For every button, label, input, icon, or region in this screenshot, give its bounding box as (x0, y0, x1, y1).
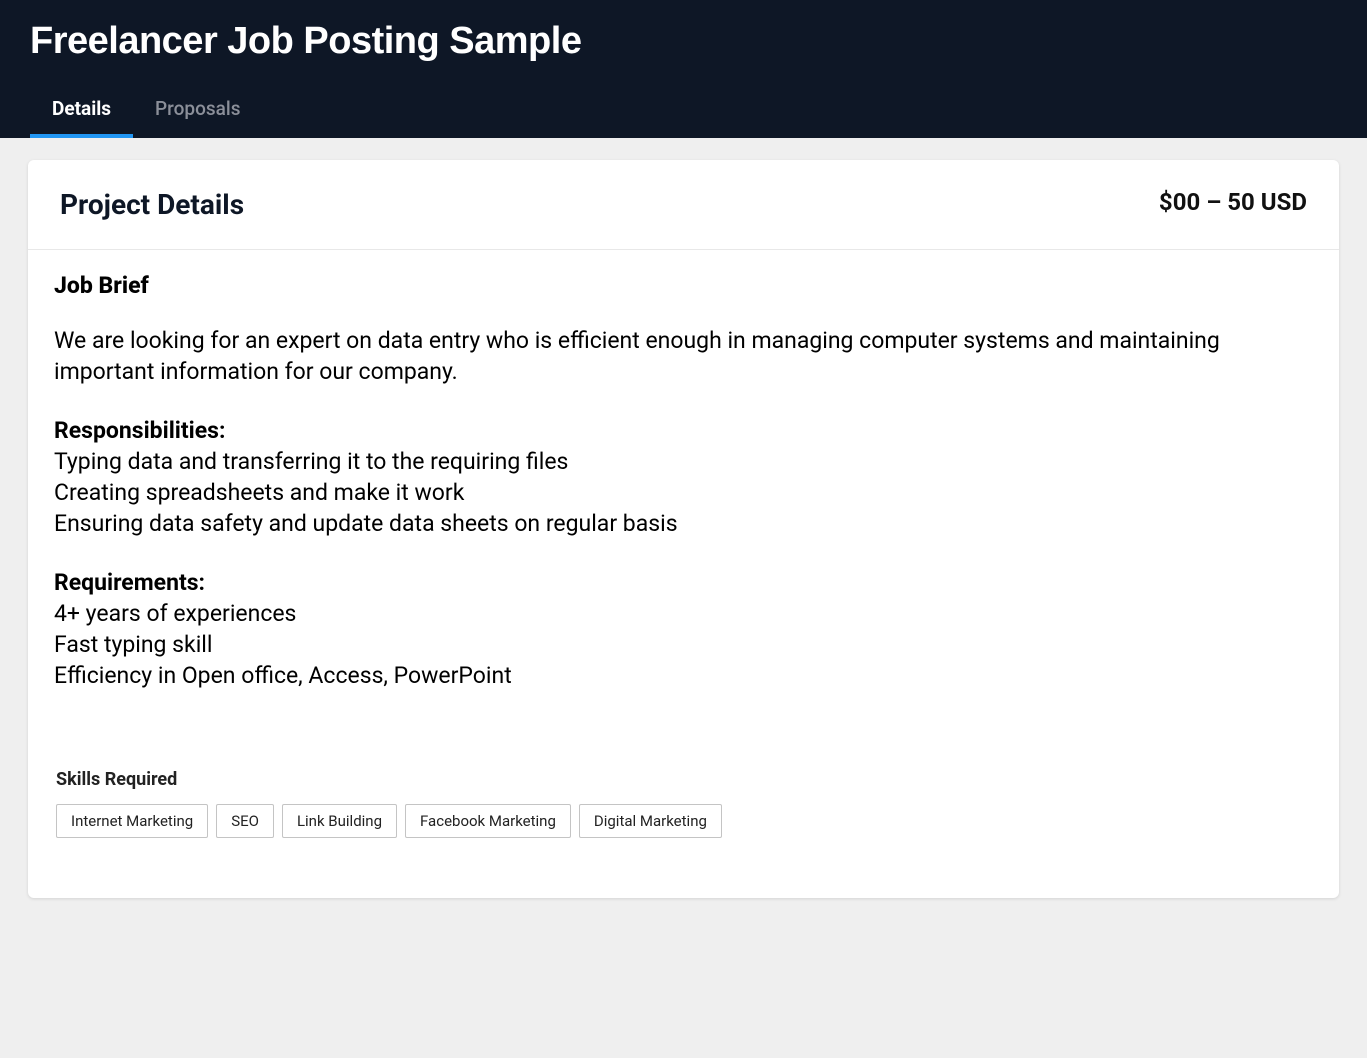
list-item: Efficiency in Open office, Access, Power… (54, 660, 1313, 691)
skills-row: Internet Marketing SEO Link Building Fac… (56, 804, 1311, 838)
requirements-block: Requirements: 4+ years of experiences Fa… (54, 567, 1313, 691)
skills-heading: Skills Required (56, 769, 1311, 790)
list-item: Typing data and transferring it to the r… (54, 446, 1313, 477)
tab-bar: Details Proposals (30, 83, 1337, 138)
responsibilities-block: Responsibilities: Typing data and transf… (54, 415, 1313, 539)
card-body: Job Brief We are looking for an expert o… (28, 250, 1339, 769)
skill-tag[interactable]: Link Building (282, 804, 397, 838)
content-area: Project Details $00 – 50 USD Job Brief W… (0, 138, 1367, 920)
list-item: Creating spreadsheets and make it work (54, 477, 1313, 508)
project-details-title: Project Details (60, 188, 244, 221)
skill-tag[interactable]: Internet Marketing (56, 804, 208, 838)
project-card: Project Details $00 – 50 USD Job Brief W… (28, 160, 1339, 898)
skill-tag[interactable]: Digital Marketing (579, 804, 722, 838)
list-item: Fast typing skill (54, 629, 1313, 660)
responsibilities-heading: Responsibilities: (54, 415, 1313, 446)
card-header: Project Details $00 – 50 USD (28, 160, 1339, 250)
job-brief-text: We are looking for an expert on data ent… (54, 325, 1313, 387)
skill-tag[interactable]: Facebook Marketing (405, 804, 571, 838)
job-brief-heading: Job Brief (54, 272, 1313, 299)
skill-tag[interactable]: SEO (216, 804, 274, 838)
skills-section: Skills Required Internet Marketing SEO L… (28, 769, 1339, 898)
tab-details[interactable]: Details (30, 83, 133, 138)
requirements-heading: Requirements: (54, 567, 1313, 598)
price-range: $00 – 50 USD (1159, 188, 1307, 216)
app-header: Freelancer Job Posting Sample Details Pr… (0, 0, 1367, 138)
list-item: Ensuring data safety and update data she… (54, 508, 1313, 539)
page-title: Freelancer Job Posting Sample (30, 20, 1337, 83)
list-item: 4+ years of experiences (54, 598, 1313, 629)
tab-proposals[interactable]: Proposals (133, 83, 262, 138)
